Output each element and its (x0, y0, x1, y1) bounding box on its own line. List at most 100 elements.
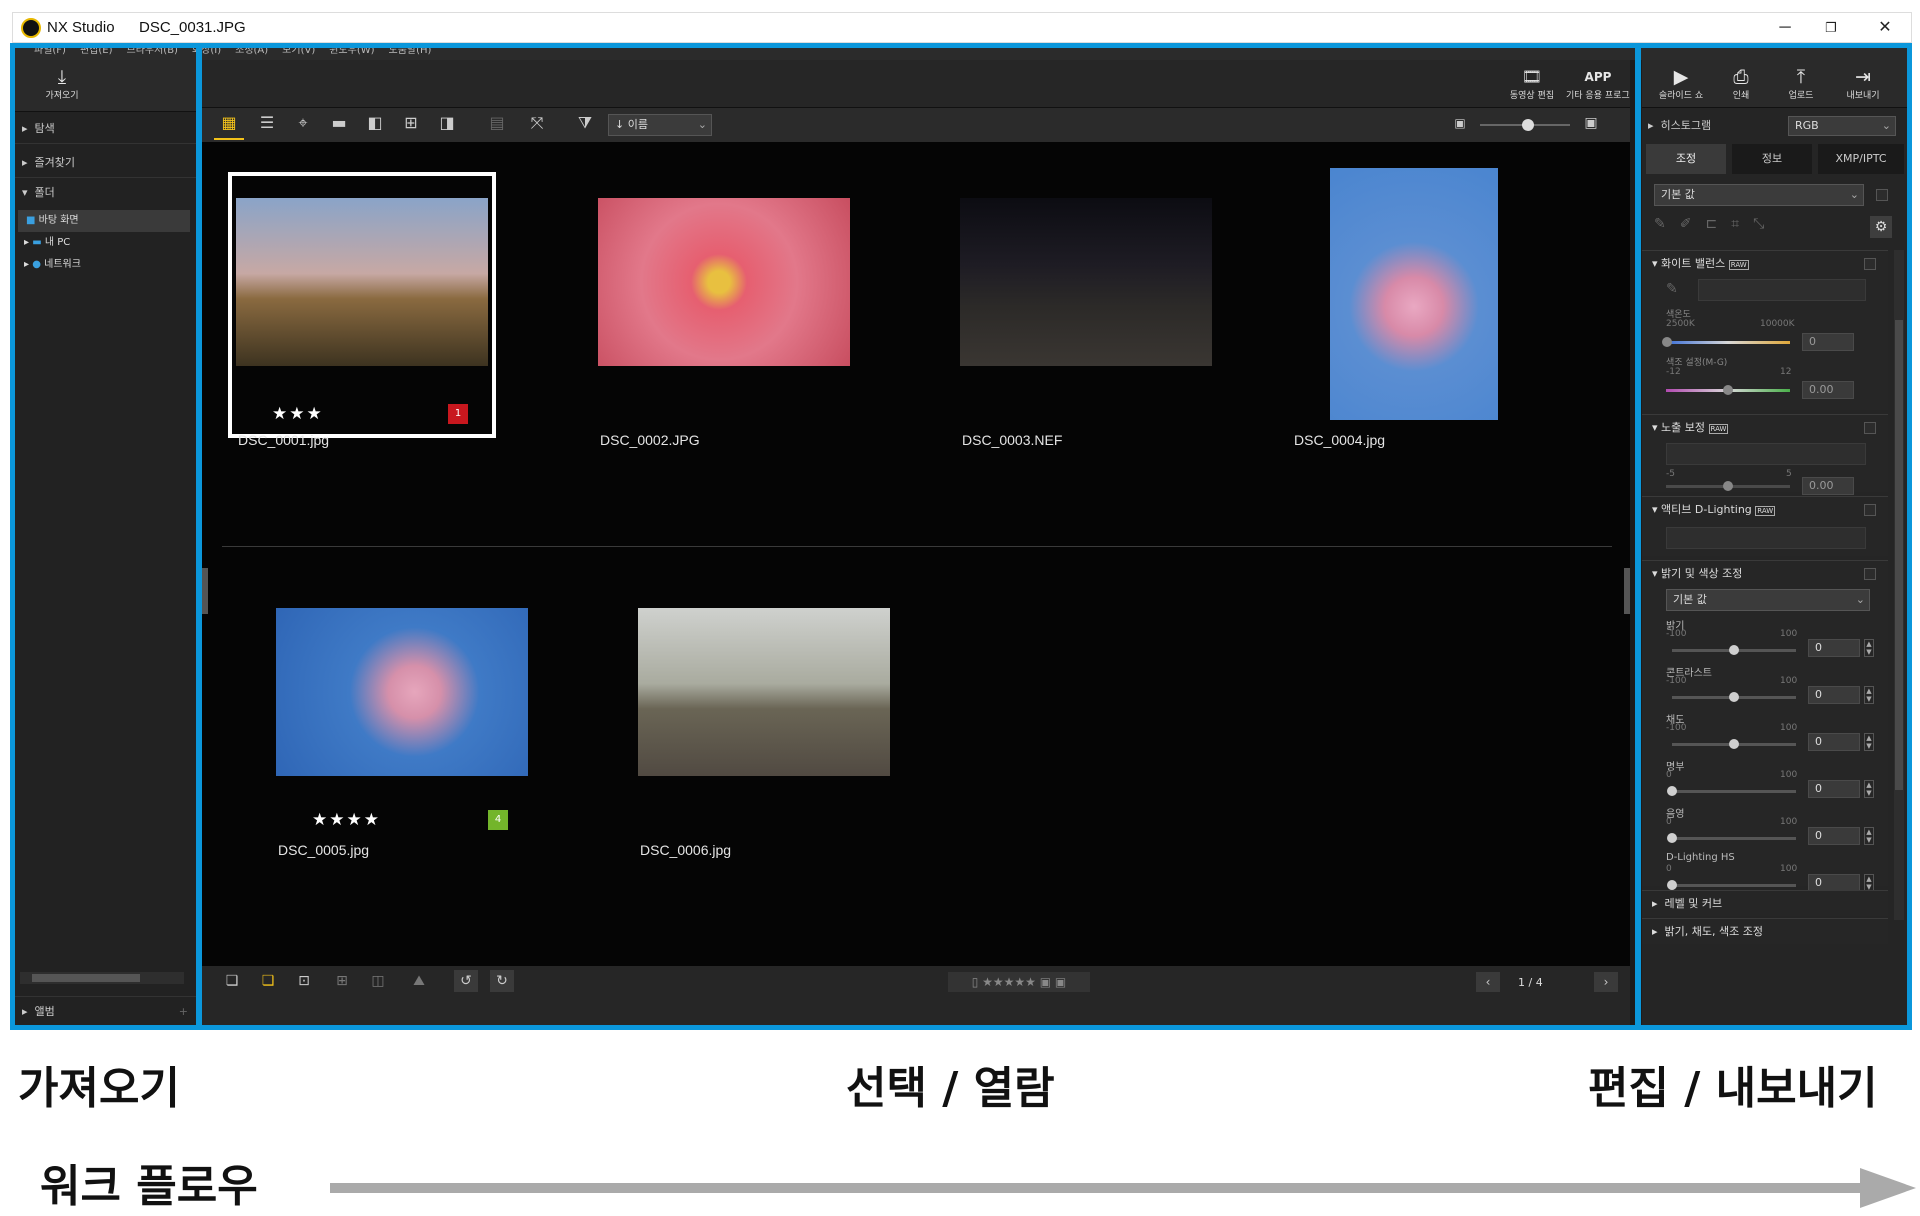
next-page-button[interactable]: › (1594, 972, 1618, 992)
frame-icon[interactable]: ⊡ (292, 966, 316, 996)
bc-row-knob[interactable] (1729, 692, 1739, 702)
right-scrollbar[interactable] (1894, 250, 1904, 920)
bc-row-value[interactable]: 0 (1808, 827, 1860, 845)
menu-browser[interactable]: 브라우저(B) (120, 43, 185, 59)
color-label-5[interactable]: 4 (488, 810, 508, 830)
bc-row-slider[interactable] (1672, 692, 1796, 702)
menu-file[interactable]: 파일(F) (12, 43, 73, 59)
filter-icon[interactable]: ⧩ (570, 108, 600, 138)
wb-temp-slider[interactable] (1662, 337, 1790, 347)
close-button[interactable]: ✕ (1857, 13, 1913, 44)
histogram-toggle-icon[interactable]: ⛰ (404, 966, 434, 996)
tree-item-desktop[interactable]: ■ 바탕 화면 (18, 210, 190, 232)
tree-item-my-pc[interactable]: ▸ ▬ 내 PC (12, 232, 196, 254)
brightness-color-header[interactable]: ▾ 밝기 및 색상 조정 (1642, 561, 1888, 587)
left-scrollbar[interactable] (20, 972, 184, 984)
rating-stars-5[interactable]: ★★★★ (312, 810, 381, 830)
brightness-preset-select[interactable]: 기본 값 ⌄ (1666, 589, 1870, 611)
wb-temp-value[interactable]: 0 (1802, 333, 1854, 351)
menu-adjust[interactable]: 조정(A) (228, 43, 275, 59)
prev-page-button[interactable]: ‹ (1476, 972, 1500, 992)
bc-row-stepper[interactable]: ▲ ▼ (1864, 639, 1874, 657)
map-view-icon[interactable]: ⌖ (288, 108, 318, 138)
browse-section[interactable]: ▸ 탐색 (12, 114, 196, 144)
adjust-preset-select[interactable]: 기본 값 ⌄ (1654, 184, 1864, 206)
list-view-icon[interactable]: ☰ (252, 108, 282, 138)
brightness-color-checkbox[interactable] (1864, 568, 1876, 580)
bc-row-stepper[interactable]: ▲ ▼ (1864, 827, 1874, 845)
album-section[interactable]: ▸ 앨범 + (12, 996, 196, 1026)
bc-row-knob[interactable] (1667, 880, 1677, 890)
levels-curves-header[interactable]: ▸ 레벨 및 커브 (1642, 891, 1888, 917)
bc-row-slider[interactable] (1667, 880, 1796, 890)
folders-section[interactable]: ▾ 폴더 (12, 178, 196, 208)
add-album-icon[interactable]: + (179, 997, 188, 1026)
menu-view[interactable]: 보기(V) (275, 43, 322, 59)
grid-view-icon[interactable]: ▦ (214, 108, 244, 140)
menu-edit[interactable]: 편집(E) (73, 43, 120, 59)
compare-2-icon[interactable]: ◧ (360, 108, 390, 138)
color-label-1[interactable]: 1 (448, 404, 468, 424)
menu-image[interactable]: 화상(I) (185, 43, 228, 59)
wb-tint-slider[interactable] (1666, 385, 1790, 395)
grid-overlay-icon[interactable]: ⊞ (330, 966, 354, 996)
wb-temp-knob[interactable] (1662, 337, 1672, 347)
hsl-header[interactable]: ▸ 밝기, 채도, 색조 조정 (1642, 919, 1888, 944)
white-balance-checkbox[interactable] (1864, 258, 1876, 270)
adl-checkbox[interactable] (1864, 504, 1876, 516)
bc-row-knob[interactable] (1729, 645, 1739, 655)
adl-header[interactable]: ▾ 액티브 D-Lighting RAW (1642, 497, 1888, 523)
right-panel-toggle[interactable] (1624, 568, 1630, 614)
single-view-icon[interactable]: ▬ (324, 108, 354, 138)
tab-info[interactable]: 정보 (1732, 144, 1812, 174)
select-group-icon[interactable]: ❏ (256, 966, 280, 996)
thumbnail-image-5[interactable] (276, 608, 528, 776)
thumbnail-image-1[interactable] (236, 198, 488, 366)
bc-row-knob[interactable] (1667, 786, 1677, 796)
eyedropper-icon[interactable]: ✎ (1666, 281, 1678, 297)
tab-xmp-iptc[interactable]: XMP/IPTC (1818, 144, 1904, 174)
adl-mode-select[interactable] (1666, 527, 1866, 549)
tab-adjust[interactable]: 조정 (1646, 144, 1726, 174)
histogram-mode-select[interactable]: RGB ⌄ (1788, 116, 1896, 136)
select-all-icon[interactable]: ❏ (220, 966, 244, 996)
bc-row-slider[interactable] (1667, 833, 1796, 843)
bc-row-stepper[interactable]: ▲ ▼ (1864, 780, 1874, 798)
thumb-small-icon[interactable]: ▣ (1448, 108, 1472, 138)
bc-row-knob[interactable] (1729, 739, 1739, 749)
thumb-large-icon[interactable]: ▣ (1578, 108, 1604, 138)
print-button[interactable]: ⎙ 인쇄 (1718, 66, 1764, 101)
compare-4-icon[interactable]: ⊞ (396, 108, 426, 138)
bc-row-slider[interactable] (1672, 645, 1796, 655)
right-scrollbar-thumb[interactable] (1895, 320, 1903, 790)
export-button[interactable]: ⇥ 내보내기 (1838, 66, 1888, 101)
rating-stars-1[interactable]: ★★★ (272, 404, 324, 424)
left-scrollbar-thumb[interactable] (32, 974, 140, 982)
rating-filter[interactable]: ▯ ★★★★★ ▣ ▣ (948, 972, 1090, 992)
bc-row-value[interactable]: 0 (1808, 733, 1860, 751)
bc-row-value[interactable]: 0 (1808, 639, 1860, 657)
menu-window[interactable]: 윈도우(W) (322, 43, 381, 59)
adjust-tools-row[interactable]: ✎✐⊏⌗⤡ (1654, 216, 1894, 238)
exposure-header[interactable]: ▾ 노출 보정 RAW (1642, 415, 1888, 441)
bc-row-knob[interactable] (1667, 833, 1677, 843)
thumb-size-knob[interactable] (1522, 119, 1534, 131)
thumbnail-image-4[interactable] (1330, 168, 1498, 420)
bc-row-value[interactable]: 0 (1808, 686, 1860, 704)
upload-button[interactable]: ⤒ 업로드 (1778, 66, 1824, 101)
wb-mode-select[interactable] (1698, 279, 1866, 301)
video-edit-button[interactable]: 🎞 동영상 편집 (1502, 66, 1562, 101)
settings-gear-icon[interactable]: ⚙ (1870, 216, 1892, 238)
exposure-mode-select[interactable] (1666, 443, 1866, 465)
tree-item-network[interactable]: ▸ ● 네트워크 (12, 254, 196, 276)
thumbnail-image-2[interactable] (598, 198, 850, 366)
favorites-section[interactable]: ▸ 즐겨찾기 (12, 148, 196, 178)
exposure-knob[interactable] (1723, 481, 1733, 491)
wb-tint-knob[interactable] (1723, 385, 1733, 395)
bc-row-stepper[interactable]: ▲ ▼ (1864, 686, 1874, 704)
fit-icon[interactable]: ⤧ (522, 108, 552, 138)
menu-help[interactable]: 도움말(H) (382, 43, 439, 59)
restore-button[interactable]: ❐ (1803, 13, 1859, 44)
bc-row-stepper[interactable]: ▲ ▼ (1864, 733, 1874, 751)
exposure-checkbox[interactable] (1864, 422, 1876, 434)
